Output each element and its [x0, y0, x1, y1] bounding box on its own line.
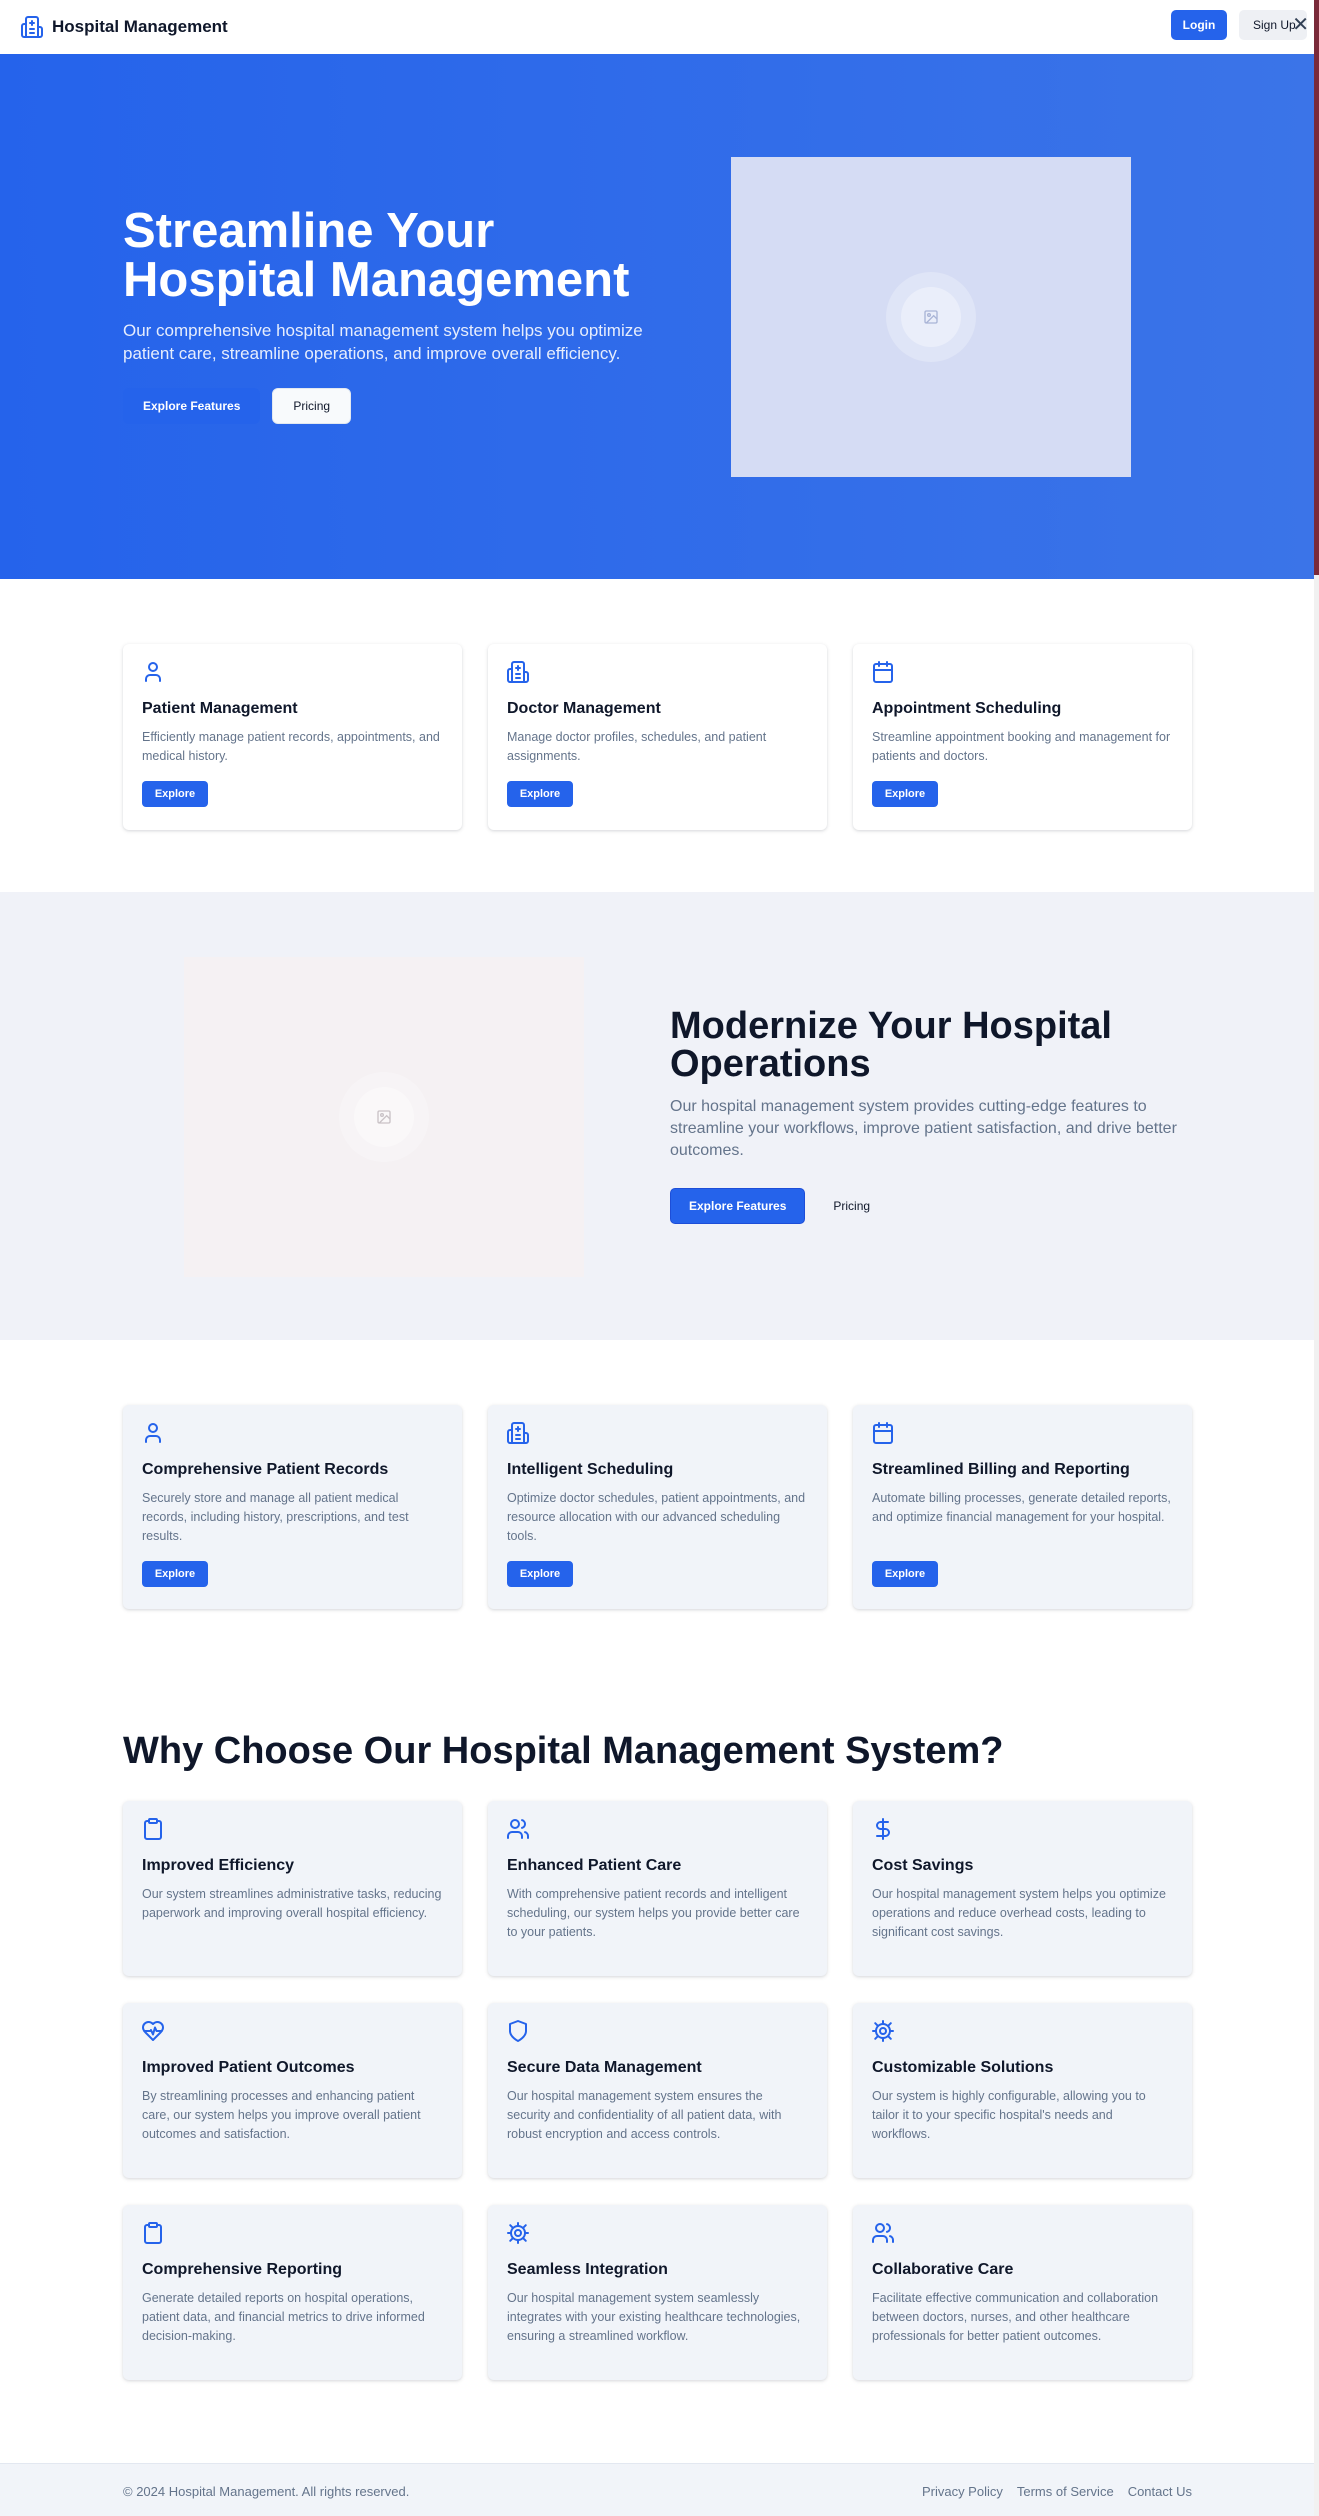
benefit-card: Collaborative Care Facilitate effective c… — [853, 2205, 1192, 2380]
hospital-icon — [21, 16, 43, 38]
card-title: Improved Patient Outcomes — [142, 2059, 355, 2076]
card-description: Efficiently manage patient records, appo… — [142, 730, 440, 763]
users-icon — [507, 1819, 529, 1839]
explore-button[interactable]: Explore — [507, 1561, 573, 1587]
users-icon — [872, 2223, 894, 2243]
scrollbar-thumb[interactable] — [1314, 0, 1319, 575]
clipboard-icon — [144, 1818, 162, 1840]
dollar-icon — [876, 1818, 890, 1840]
gear-icon — [507, 2222, 529, 2244]
card-description: Securely store and manage all patient me… — [142, 1491, 409, 1543]
top-nav: Hospital Management — [0, 0, 1314, 54]
image-icon — [924, 310, 938, 324]
explore-button[interactable]: Explore — [872, 781, 938, 807]
pricing-button[interactable]: Pricing — [813, 1188, 891, 1224]
explore-button[interactable]: Explore — [507, 781, 573, 807]
card-title: Intelligent Scheduling — [507, 1461, 674, 1478]
feature-card: Intelligent Scheduling Optimize doctor sc… — [488, 1405, 827, 1609]
auth-buttons: Login Sign Up — [1171, 10, 1307, 40]
pricing-button[interactable]: Pricing — [272, 388, 352, 424]
card-description: Our hospital management system ensures t… — [507, 2089, 782, 2141]
card-description: Our system streamlines administrative ta… — [142, 1887, 442, 1920]
close-icon[interactable]: ✕ — [1292, 15, 1309, 35]
user-icon — [145, 662, 161, 682]
explore-button[interactable]: Explore — [872, 1561, 938, 1587]
explore-features-button[interactable]: Explore Features — [123, 388, 261, 424]
benefit-card: Cost Savings Our hospital management syst… — [853, 1801, 1192, 1976]
card-description: Automate billing processes, generate det… — [872, 1491, 1171, 1524]
card-title: Patient Management — [142, 700, 298, 717]
card-description: Streamline appointment booking and manag… — [872, 730, 1171, 763]
card-title: Comprehensive Reporting — [142, 2261, 343, 2278]
image-icon — [377, 1110, 391, 1124]
benefit-card: Comprehensive Reporting Generate detailed… — [123, 2205, 462, 2380]
hero-heading: Streamline Your Hospital Management — [123, 204, 630, 307]
brand[interactable]: Hospital Management — [20, 15, 228, 39]
explore-features-button[interactable]: Explore Features — [670, 1188, 806, 1224]
card-title: Collaborative Care — [872, 2261, 1014, 2278]
card-title: Appointment Scheduling — [872, 700, 1062, 717]
hero-image-placeholder — [731, 157, 1131, 477]
explore-button[interactable]: Explore — [142, 781, 208, 807]
brand-title: Hospital Management — [52, 17, 228, 36]
login-button[interactable]: Login — [1171, 10, 1227, 40]
footer-link-privacy[interactable]: Privacy Policy — [922, 2484, 1003, 2499]
hospital-icon — [507, 1422, 529, 1444]
card-title: Customizable Solutions — [872, 2059, 1054, 2076]
explore-button[interactable]: Explore — [142, 1561, 208, 1587]
heart-pulse-icon — [142, 2021, 164, 2041]
card-title: Streamlined Billing and Reporting — [872, 1461, 1130, 1478]
card-description: Our system is highly configurable, allow… — [872, 2089, 1146, 2141]
calendar-icon — [873, 661, 893, 683]
feature-card: Streamlined Billing and Reporting Automat… — [853, 1405, 1192, 1609]
feature-card: Comprehensive Patient Records Securely st… — [123, 1405, 462, 1609]
benefit-card: Secure Data Management Our hospital manag… — [488, 2003, 827, 2178]
card-description: Our hospital management system helps you… — [872, 1887, 1166, 1939]
card-description: Optimize doctor schedules, patient appoi… — [507, 1491, 806, 1543]
scrollbar[interactable] — [1314, 0, 1319, 2516]
footer: © 2024 Hospital Management. All rights r… — [0, 2463, 1314, 2516]
section-image-placeholder — [184, 957, 584, 1277]
hospital-icon — [507, 661, 529, 683]
shield-icon — [509, 2020, 527, 2042]
benefit-card: Improved Patient Outcomes By streamlining… — [123, 2003, 462, 2178]
card-description: By streamlining processes and enhancing … — [142, 2089, 421, 2141]
card-description: Our hospital management system seamlessl… — [507, 2291, 801, 2343]
calendar-icon — [873, 1422, 893, 1444]
feature-card: Doctor Management Manage doctor profiles,… — [488, 644, 827, 830]
user-icon — [145, 1423, 161, 1443]
benefit-card: Seamless Integration Our hospital managem… — [488, 2205, 827, 2380]
card-description: Manage doctor profiles, schedules, and p… — [507, 730, 767, 763]
copyright-text: © 2024 Hospital Management. All rights r… — [123, 2484, 410, 2499]
card-title: Seamless Integration — [507, 2261, 668, 2278]
gear-icon — [872, 2020, 894, 2042]
hero-section: Streamline Your Hospital Management Our … — [0, 54, 1314, 579]
benefit-card: Customizable Solutions Our system is high… — [853, 2003, 1192, 2178]
benefit-card: Improved Efficiency Our system streamline… — [123, 1801, 462, 1976]
footer-link-contact[interactable]: Contact Us — [1128, 2484, 1192, 2499]
why-heading: Why Choose Our Hospital Management Syste… — [123, 1730, 1004, 1772]
card-title: Comprehensive Patient Records — [142, 1461, 389, 1478]
card-title: Secure Data Management — [507, 2059, 702, 2076]
modernize-description: Our hospital management system provides … — [670, 1098, 1177, 1159]
card-title: Doctor Management — [507, 700, 661, 717]
benefit-card: Enhanced Patient Care With comprehensive … — [488, 1801, 827, 1976]
hero-description: Our comprehensive hospital management sy… — [123, 321, 643, 363]
modernize-heading: Modernize Your Hospital Operations — [670, 1005, 1112, 1085]
card-description: Facilitate effective communication and c… — [872, 2291, 1159, 2343]
card-title: Cost Savings — [872, 1857, 974, 1874]
card-title: Improved Efficiency — [142, 1857, 295, 1874]
feature-card: Appointment Scheduling Streamline appoint… — [853, 644, 1192, 830]
clipboard-icon — [144, 2222, 162, 2244]
modernize-section: Modernize Your Hospital Operations Our h… — [0, 892, 1314, 1340]
feature-card: Patient Management Efficiently manage pat… — [123, 644, 462, 830]
card-description: Generate detailed reports on hospital op… — [142, 2291, 425, 2343]
card-title: Enhanced Patient Care — [507, 1857, 682, 1874]
card-description: With comprehensive patient records and i… — [507, 1887, 800, 1939]
footer-link-terms[interactable]: Terms of Service — [1017, 2484, 1114, 2499]
